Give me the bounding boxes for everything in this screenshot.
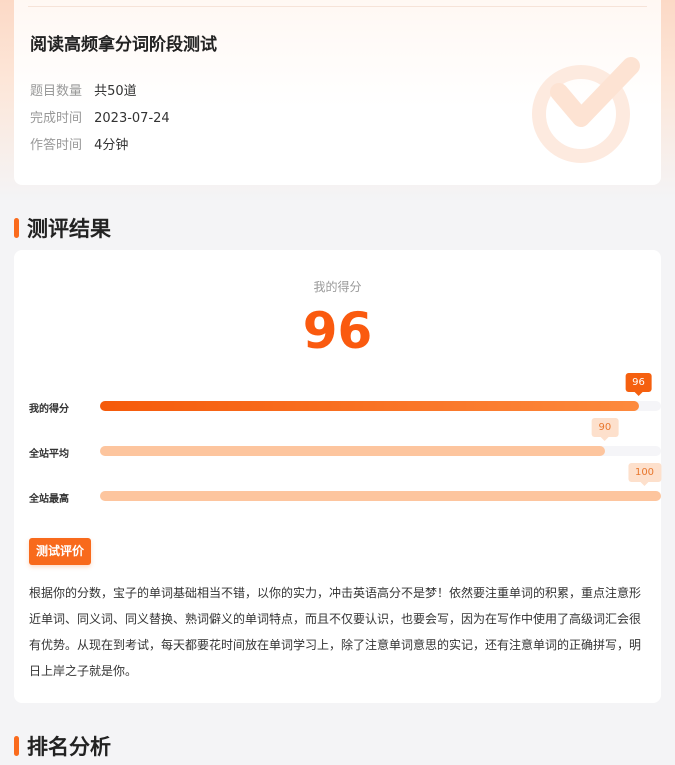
evaluation-tag: 测试评价 <box>29 538 92 565</box>
score-label: 我的得分 <box>313 280 362 294</box>
bar-track: 96 <box>100 373 661 411</box>
info-value: 共50道 <box>94 84 137 99</box>
test-title: 阅读高频拿分词阶段测试 <box>30 35 217 55</box>
info-label: 作答时间 <box>30 138 83 153</box>
info-row-finish-time: 完成时间 2023-07-24 <box>30 107 170 126</box>
divider <box>28 6 647 7</box>
info-label: 完成时间 <box>30 111 83 126</box>
bar-row-highest: 全站最高 100 <box>29 463 662 506</box>
test-info-card: 阅读高频拿分词阶段测试 题目数量 共50道 完成时间 2023-07-24 作答… <box>14 0 661 185</box>
evaluation-text: 根据你的分数，宝子的单词基础相当不错，以你的实力，冲击英语高分不是梦！依然要注重… <box>29 586 642 678</box>
value-bubble: 96 <box>625 373 652 396</box>
bar-track: 90 <box>100 418 661 456</box>
info-row-question-count: 题目数量 共50道 <box>30 80 137 99</box>
bar-row-average: 全站平均 90 <box>29 418 661 461</box>
result-card: 我的得分 96 我的得分 96 全站平均 90 全站最高 100 测试评价 根据… <box>14 250 662 703</box>
info-value: 2023-07-24 <box>94 111 170 126</box>
bar-fill <box>100 491 661 501</box>
checkmark-watermark-icon <box>532 57 640 163</box>
value-bubble: 100 <box>627 463 662 486</box>
info-value: 4分钟 <box>94 138 129 153</box>
info-row-duration: 作答时间 4分钟 <box>30 134 128 153</box>
bar-row-mine: 我的得分 96 <box>29 373 661 416</box>
section-title: 测评结果 <box>27 217 111 241</box>
section-marker <box>14 218 19 238</box>
section-title: 排名分析 <box>27 735 111 759</box>
bar-label: 全站平均 <box>29 449 69 460</box>
bar-fill <box>100 401 639 411</box>
bar-label: 我的得分 <box>29 404 69 415</box>
section-ranking-header: 排名分析 <box>14 731 111 761</box>
bar-fill <box>100 446 605 456</box>
bar-track: 100 <box>100 463 662 501</box>
score-value: 96 <box>302 302 373 360</box>
value-bubble: 90 <box>591 418 619 441</box>
bar-label: 全站最高 <box>29 494 69 505</box>
section-result-header: 测评结果 <box>14 213 111 243</box>
section-marker <box>14 736 19 756</box>
info-label: 题目数量 <box>30 84 83 99</box>
